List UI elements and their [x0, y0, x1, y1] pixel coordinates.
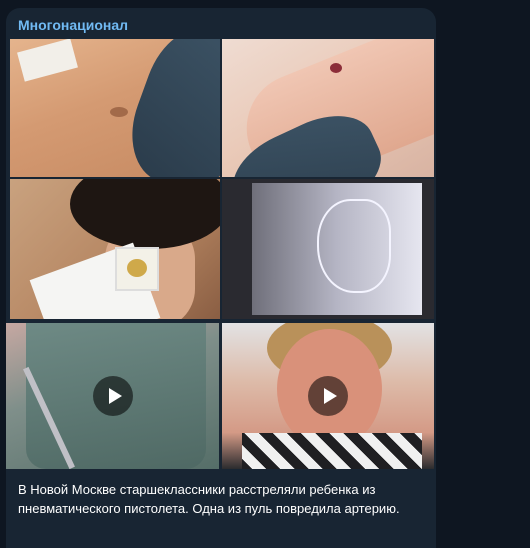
media-video-1[interactable] [6, 323, 219, 469]
message-bubble: Многонационал В Новой Москве старшекласс… [6, 8, 436, 548]
media-photo-4[interactable] [222, 179, 434, 319]
jeans-shape [115, 39, 220, 177]
skull-outline [317, 199, 391, 293]
shirt-shape [242, 433, 422, 469]
hair-shape [70, 179, 220, 249]
play-icon[interactable] [308, 376, 348, 416]
media-photo-1[interactable] [10, 39, 220, 177]
message-caption: В Новой Москве старшеклассники расстреля… [18, 482, 400, 516]
navel-shape [110, 107, 128, 117]
bandage-shape [17, 39, 78, 82]
channel-name[interactable]: Многонационал [18, 17, 128, 33]
bandage-pad [115, 247, 159, 291]
wound-mark [330, 63, 342, 73]
media-grid [6, 39, 436, 476]
media-video-2[interactable] [222, 323, 434, 469]
media-photo-3[interactable] [10, 179, 220, 319]
media-photo-2[interactable] [222, 39, 434, 177]
play-icon[interactable] [92, 376, 133, 416]
